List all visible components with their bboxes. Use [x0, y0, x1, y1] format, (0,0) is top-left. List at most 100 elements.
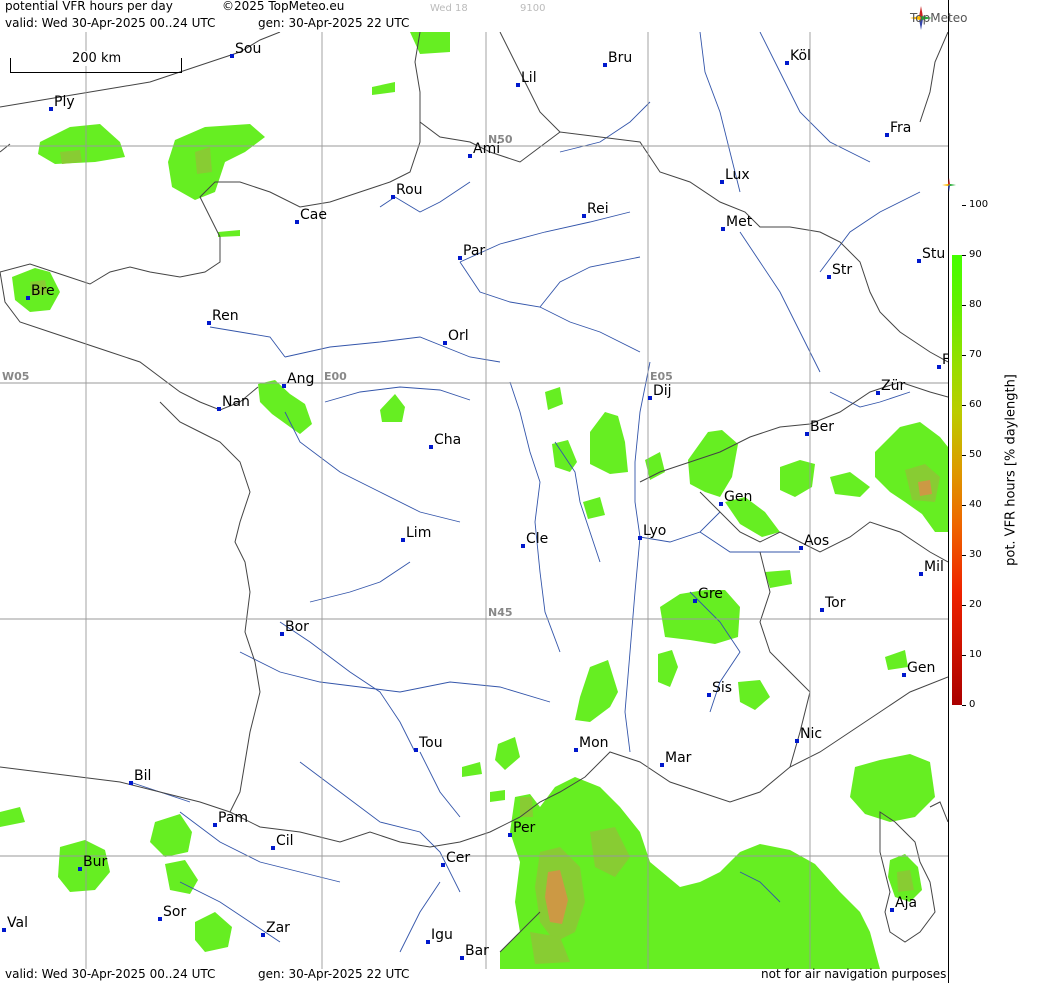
city-marker[interactable]: Cha — [429, 432, 461, 449]
grid-label-e05: E05 — [650, 370, 673, 383]
valid-time: valid: Wed 30-Apr-2025 00..24 UTC — [5, 16, 216, 30]
disclaimer: not for air navigation purposes — [761, 967, 947, 981]
city-marker[interactable]: Dij — [648, 383, 672, 400]
city-marker[interactable]: Fra — [885, 120, 911, 137]
legend-tick — [962, 605, 966, 606]
legend-tick-label: 0 — [969, 699, 976, 710]
run-code: 9100 — [520, 3, 546, 14]
city-marker[interactable]: Cle — [521, 531, 548, 548]
city-marker[interactable]: Cae — [295, 207, 327, 224]
city-marker[interactable]: Orl — [443, 328, 469, 345]
day-code: Wed 18 — [430, 3, 468, 14]
city-marker[interactable]: Köl — [785, 48, 811, 65]
city-marker[interactable]: Bil — [129, 768, 151, 785]
city-marker[interactable]: Tou — [414, 735, 443, 752]
city-marker[interactable]: Gen — [719, 489, 752, 506]
city-marker[interactable]: Sis — [707, 680, 732, 697]
city-marker[interactable]: Ami — [468, 141, 500, 158]
legend-tick — [962, 205, 966, 206]
city-marker[interactable]: Pam — [213, 810, 248, 827]
legend-tick — [962, 705, 966, 706]
city-marker[interactable]: Tor — [820, 595, 846, 612]
city-marker[interactable]: Sor — [158, 904, 186, 921]
city-marker[interactable]: Bor — [280, 619, 309, 636]
scale-label: 200 km — [70, 51, 124, 66]
legend-tick — [962, 505, 966, 506]
color-scale-bar — [952, 255, 962, 705]
legend-tick-label: 90 — [969, 249, 982, 260]
coastlines-borders — [0, 32, 948, 953]
legend-tick — [962, 405, 966, 406]
city-marker[interactable]: Nic — [795, 726, 822, 743]
city-marker[interactable]: Bar — [460, 943, 489, 960]
city-marker[interactable]: Lim — [401, 525, 431, 542]
compass-icon — [942, 178, 956, 192]
logo-text: TopMeteo — [910, 11, 968, 25]
city-marker[interactable]: Mil — [919, 559, 944, 576]
city-marker[interactable]: Sou — [230, 41, 261, 58]
legend-panel: 100 90 80 70 60 50 40 30 20 10 0 pot. VF… — [942, 0, 1039, 983]
legend-tick — [962, 355, 966, 356]
city-marker[interactable]: Stu — [917, 246, 945, 263]
legend-tick-label: 80 — [969, 299, 982, 310]
map-canvas — [0, 32, 948, 969]
city-marker[interactable]: Gen — [902, 660, 935, 677]
grid-label-n45: N45 — [488, 606, 513, 619]
city-marker[interactable]: Cil — [271, 833, 294, 850]
topmeteo-logo[interactable]: TopMeteo — [910, 6, 967, 30]
city-marker[interactable]: Bru — [603, 50, 632, 67]
city-marker[interactable]: Val — [2, 915, 28, 932]
city-marker[interactable]: Str — [827, 262, 852, 279]
city-marker[interactable]: Per — [508, 820, 535, 837]
city-marker[interactable]: Ang — [282, 371, 314, 388]
city-marker[interactable]: Zar — [261, 920, 290, 937]
grid-label-w05: W05 — [2, 370, 30, 383]
legend-tick — [962, 255, 966, 256]
city-marker[interactable]: Igu — [426, 927, 453, 944]
city-marker[interactable]: Lyo — [638, 523, 666, 540]
legend-tick — [962, 455, 966, 456]
city-marker[interactable]: Rou — [391, 182, 423, 199]
city-marker[interactable]: Met — [721, 214, 752, 231]
copyright: ©2025 TopMeteo.eu — [222, 0, 345, 13]
footer-generated-time: gen: 30-Apr-2025 22 UTC — [258, 967, 410, 981]
generated-time: gen: 30-Apr-2025 22 UTC — [258, 16, 410, 30]
legend-tick — [962, 305, 966, 306]
map-title: potential VFR hours per day — [5, 0, 173, 13]
vfr-map[interactable]: 200 km N50 N45 W05 E00 E05 Sou Bru Köl L… — [0, 32, 948, 969]
legend-tick — [962, 555, 966, 556]
city-marker[interactable]: Ber — [805, 419, 834, 436]
city-marker[interactable]: Aja — [890, 895, 917, 912]
city-marker[interactable]: Rei — [582, 201, 609, 218]
legend-tick-label: 70 — [969, 349, 982, 360]
city-marker[interactable]: Bre — [26, 283, 55, 300]
city-marker[interactable]: Gre — [693, 586, 723, 603]
vfr-areas — [0, 32, 948, 969]
footer-valid-time: valid: Wed 30-Apr-2025 00..24 UTC — [5, 967, 216, 981]
header-bar: potential VFR hours per day ©2025 TopMet… — [0, 0, 967, 32]
legend-tick-label: 10 — [969, 649, 982, 660]
city-marker[interactable]: Mar — [660, 750, 691, 767]
legend-tick-label: 100 — [969, 199, 989, 210]
city-marker[interactable]: Lil — [516, 70, 537, 87]
city-marker[interactable]: Mon — [574, 735, 609, 752]
city-marker[interactable]: Ren — [207, 308, 239, 325]
city-marker[interactable]: Bur — [78, 854, 107, 871]
city-marker[interactable]: Cer — [441, 850, 470, 867]
legend-tick-label: 30 — [969, 549, 982, 560]
footer-bar: valid: Wed 30-Apr-2025 00..24 UTC gen: 3… — [0, 967, 948, 983]
legend-tick-label: 60 — [969, 399, 982, 410]
city-marker[interactable]: Lux — [720, 167, 750, 184]
legend-tick-label: 50 — [969, 449, 982, 460]
city-marker[interactable]: Ply — [49, 94, 75, 111]
city-marker[interactable]: Par — [458, 243, 485, 260]
grid-label-e00: E00 — [324, 370, 347, 383]
city-marker[interactable]: Nan — [217, 394, 250, 411]
graticule — [0, 32, 948, 969]
city-marker[interactable]: Zür — [876, 378, 905, 395]
city-marker[interactable]: Aos — [799, 533, 829, 550]
legend-tick-label: 20 — [969, 599, 982, 610]
legend-tick — [962, 655, 966, 656]
legend-title: pot. VFR hours [% daylength] — [1003, 374, 1019, 566]
legend-tick-label: 40 — [969, 499, 982, 510]
